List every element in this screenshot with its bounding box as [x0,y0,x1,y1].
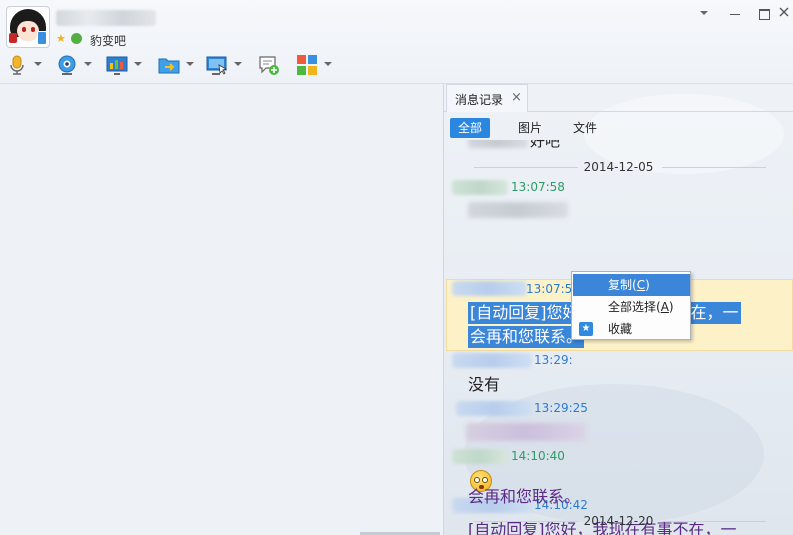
history-filter-bar: 全部 图片 文件 [444,116,793,140]
chevron-down-icon[interactable] [134,62,142,66]
sender-name-redacted [456,401,532,416]
send-file-icon [158,58,180,74]
voice-call-button[interactable] [4,52,48,78]
tab-title: 消息记录 [455,93,504,107]
filter-all[interactable]: 全部 [450,118,491,138]
message-time: 13:29:25 [534,401,588,415]
video-call-button[interactable] [54,52,98,78]
chevron-down-icon[interactable] [234,62,242,66]
sender-name-redacted [452,449,508,464]
chevron-down-icon[interactable] [324,62,332,66]
date-label: 2014-12-20 [583,514,654,528]
filter-files[interactable]: 文件 [565,118,605,138]
apps-button[interactable] [294,52,338,78]
contact-avatar[interactable] [6,6,50,48]
date-separator: 2014-12-05 [444,159,793,175]
tab-message-history[interactable]: 消息记录 × [446,84,528,112]
message-text-selected: 会再和您联系。 [468,326,585,348]
menu-item-select-all[interactable]: 全部选择(A) [573,296,690,318]
sender-name-redacted [452,281,527,296]
remote-assist-button[interactable] [204,52,248,78]
date-separator: 2014-12-20 [444,513,793,529]
menu-item-favorite[interactable]: ★ 收藏 [573,318,690,340]
message-text: 会再和您联系。 [468,487,581,506]
star-icon: ★ [56,32,66,45]
avatar-eye [31,27,35,32]
filter-images[interactable]: 图片 [510,118,550,138]
video-call-icon [58,55,76,75]
close-icon[interactable]: × [511,90,522,105]
chevron-down-icon[interactable] [34,62,42,66]
avatar-bow [9,33,17,43]
mood-icon [71,33,82,44]
screen-share-icon [106,56,128,75]
sender-name-redacted [452,180,508,195]
chat-message-area[interactable] [0,84,443,535]
message-time: 13:29: [534,353,573,367]
favorite-star-icon: ★ [579,322,593,336]
maximize-icon[interactable] [756,6,772,22]
voice-call-icon [10,55,24,75]
history-tab-strip: 消息记录 × [444,84,793,112]
title-bar: ★ 豹变吧 [0,0,793,84]
mobile-online-icon [37,31,47,45]
chevron-down-icon[interactable] [186,62,194,66]
avatar-face [17,21,39,41]
message-time: 13:07:58 [511,180,565,194]
close-icon[interactable] [776,6,792,22]
context-menu: 复制(C) 全部选择(A) ★ 收藏 [571,271,691,340]
chat-toolbar [4,52,344,80]
menu-item-copy[interactable]: 复制(C) [573,274,690,296]
remote-assist-icon [206,56,227,75]
redacted-text [466,423,586,441]
contact-nickname-redacted [56,10,156,26]
apps-icon [297,55,317,75]
redacted-text [468,202,568,218]
new-discussion-icon [259,56,279,75]
message-text: 没有 [468,375,501,394]
dropdown-icon[interactable] [696,6,712,22]
screen-share-button[interactable] [104,52,148,78]
redacted-text [468,140,528,148]
message-time: 14:10:40 [511,449,565,463]
message-text-partial: 好吧 [530,140,561,150]
chevron-down-icon[interactable] [84,62,92,66]
contact-signature: 豹变吧 [90,34,127,48]
minimize-icon[interactable] [727,6,743,22]
avatar-eye [22,27,26,32]
send-file-button[interactable] [156,52,200,78]
date-label: 2014-12-05 [583,160,654,174]
sender-name-redacted [452,353,532,368]
